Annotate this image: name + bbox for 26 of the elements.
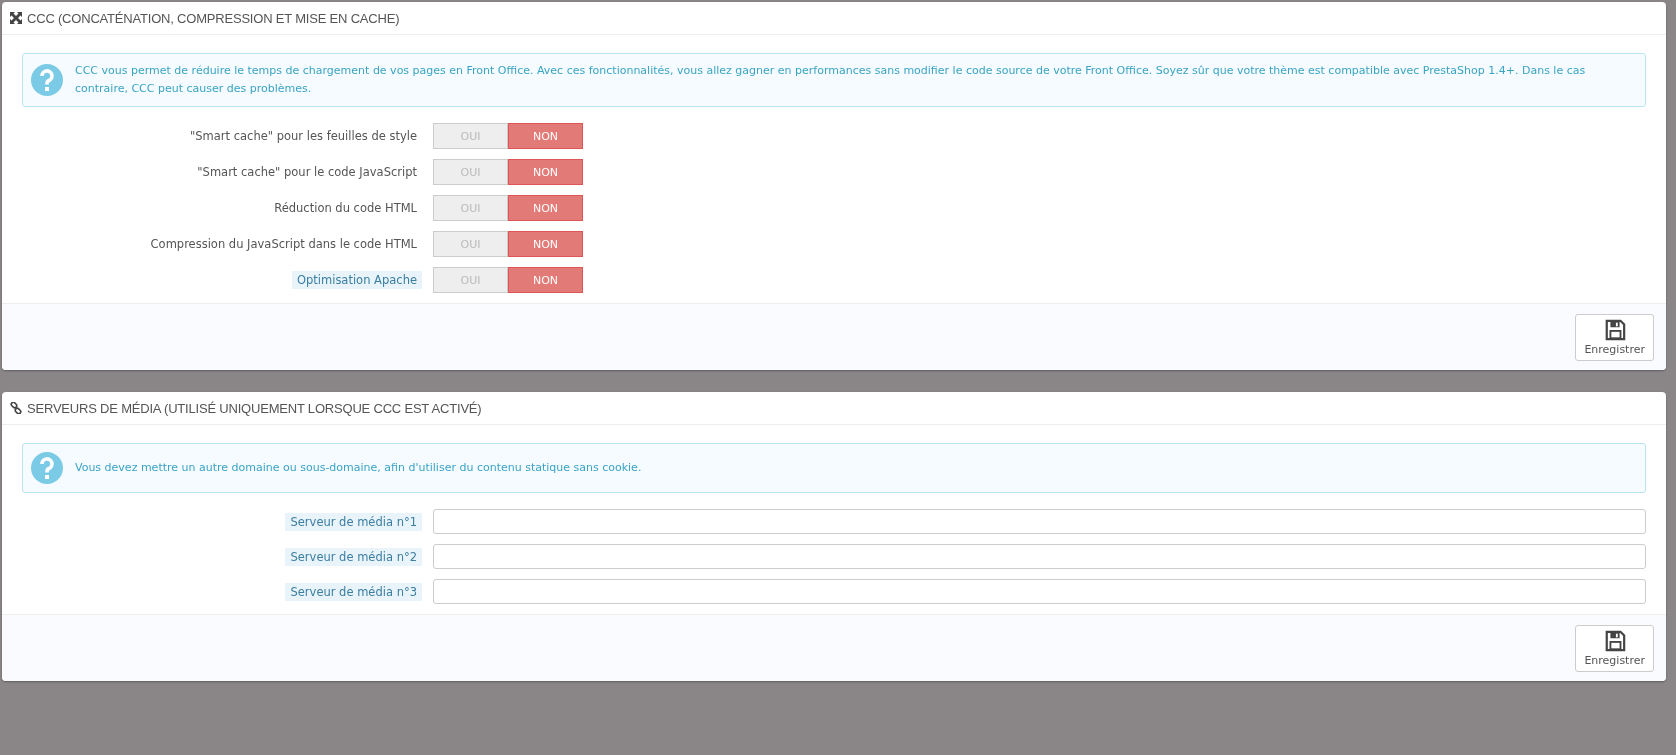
field-label: Serveur de média n°2 xyxy=(285,547,422,566)
field-label: "Smart cache" pour les feuilles de style xyxy=(189,128,418,145)
expand-icon xyxy=(10,12,22,24)
field-label: Optimisation Apache xyxy=(291,271,422,289)
no-option[interactable]: NON xyxy=(508,123,583,149)
link-icon xyxy=(10,402,22,414)
no-option[interactable]: NON xyxy=(508,267,583,293)
save-button[interactable]: Enregistrer xyxy=(1575,313,1654,361)
no-option[interactable]: NON xyxy=(508,159,583,185)
field-label: Serveur de média n°1 xyxy=(285,512,422,531)
panel-title: CCC (CONCATÉNATION, COMPRESSION ET MISE EN CACHE) xyxy=(27,10,400,26)
panel-title: SERVEURS DE MÉDIA (UTILISÉ UNIQUEMENT LORSQUE CCC EST ACTIVÉ) xyxy=(27,400,482,416)
input-field[interactable] xyxy=(433,509,1646,534)
no-option[interactable]: NON xyxy=(508,195,583,221)
save-button[interactable]: Enregistrer xyxy=(1575,624,1654,672)
input-field[interactable] xyxy=(433,544,1646,569)
field-label: Compression du JavaScript dans le code HTML xyxy=(149,236,418,253)
info-text: CCC vous permet de réduire le temps de chargement de vos pages en Front Office. Avec ces fonctionnalités, vous allez gagner en performances sans modifier le code source de votre Front Office. Soyez sûr que votre thème est compatible avec PrestaShop 1.4+. Dans le cas contraire, CCC peut causer des problèmes. xyxy=(75,63,1587,97)
field-label: Réduction du code HTML xyxy=(273,200,418,217)
field-label: "Smart cache" pour le code JavaScript xyxy=(196,164,418,181)
help-icon xyxy=(31,452,63,484)
help-icon xyxy=(31,64,63,96)
field-label: Serveur de média n°3 xyxy=(285,582,422,601)
input-field[interactable] xyxy=(433,579,1646,604)
info-text: Vous devez mettre un autre domaine ou sous-domaine, afin d'utiliser du contenu statique sans cookie. xyxy=(75,460,642,476)
no-option[interactable]: NON xyxy=(508,231,583,257)
